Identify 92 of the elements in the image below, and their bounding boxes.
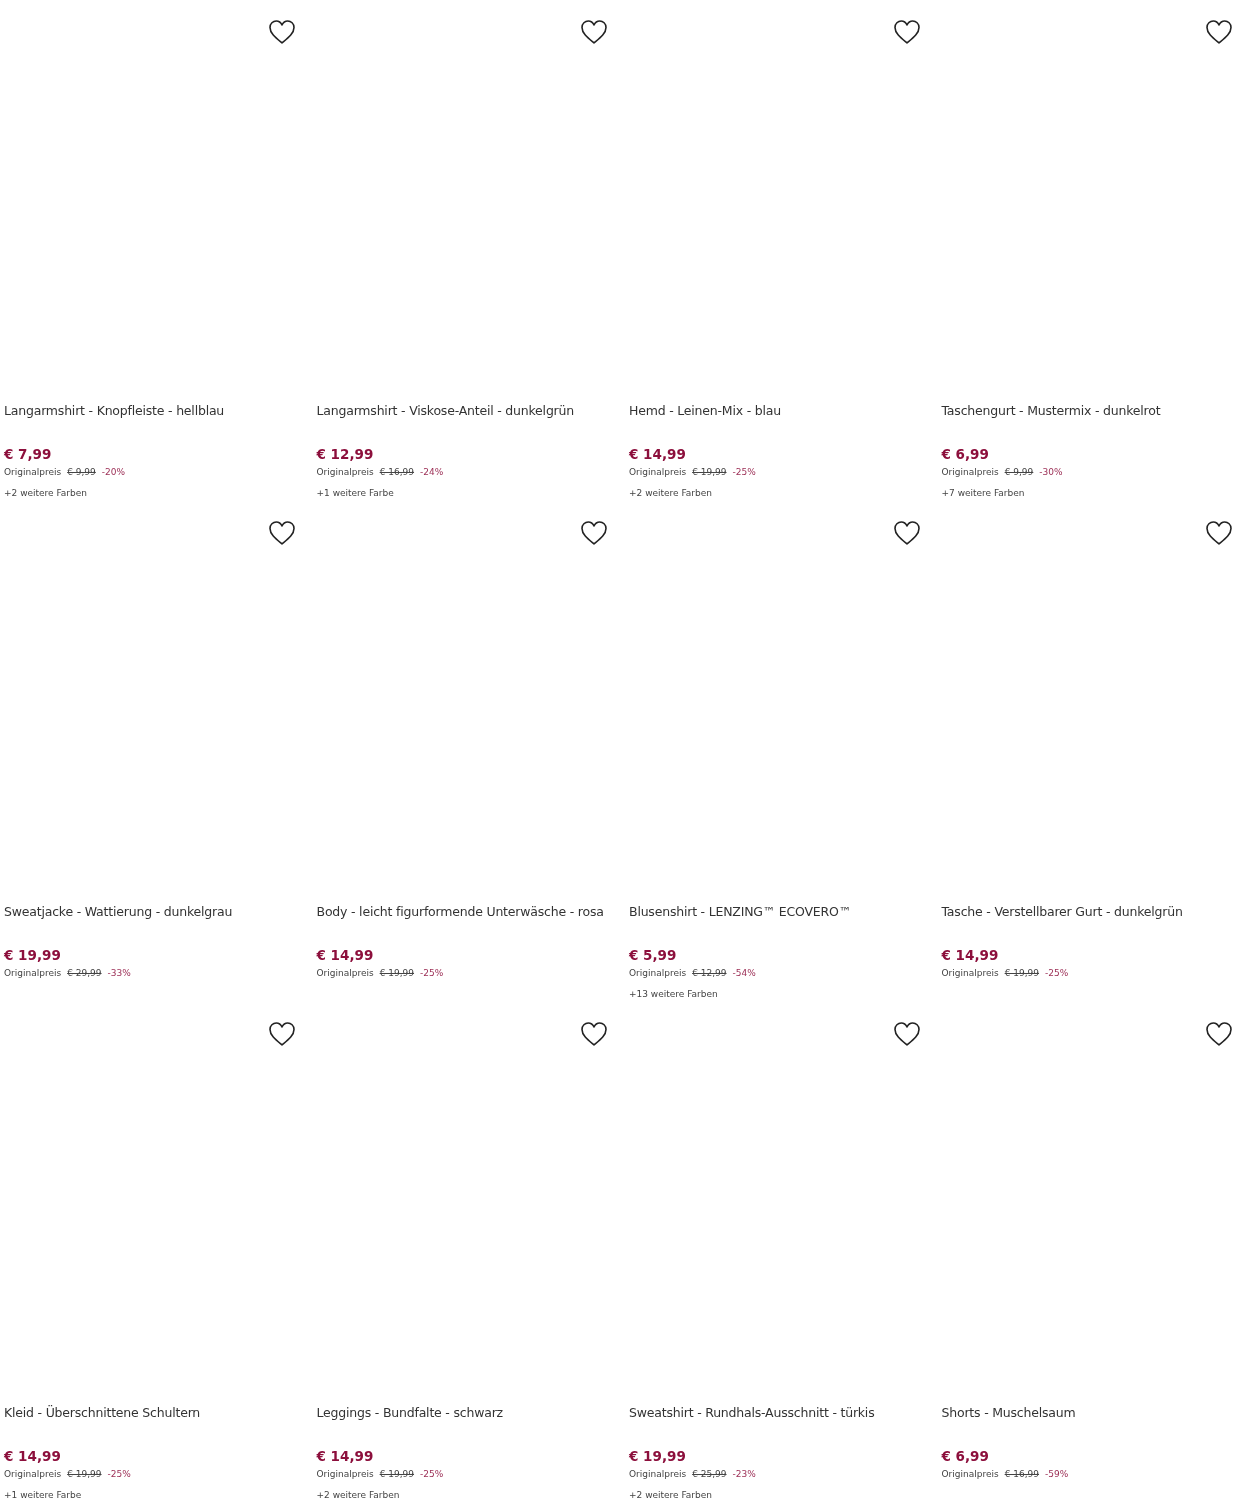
discount-text: -25% xyxy=(732,466,756,479)
heart-icon xyxy=(1205,1021,1233,1047)
original-price-label: Originalpreis xyxy=(316,1468,374,1481)
discount-text: -20% xyxy=(101,466,126,479)
discount-text: -25% xyxy=(1045,967,1069,980)
wishlist-button[interactable] xyxy=(266,518,297,548)
original-price: € 19,99 xyxy=(692,466,727,479)
original-price: € 19,99 xyxy=(379,1468,415,1481)
heart-icon xyxy=(267,19,296,45)
discount-text: -54% xyxy=(732,967,756,980)
original-price-label: Originalpreis xyxy=(629,466,687,479)
more-colors-link[interactable]: +1 weitere Farbe xyxy=(316,486,394,500)
heart-icon xyxy=(892,520,921,546)
original-price-label: Originalpreis xyxy=(4,466,62,479)
product-title[interactable]: Body - leicht figurformende Unterwäsche - rosa xyxy=(316,897,604,927)
original-price: € 19,99 xyxy=(1004,967,1040,980)
product-title[interactable]: Taschengurt - Mustermix - dunkelrot xyxy=(941,396,1161,426)
sale-price: € 14,99 xyxy=(629,445,686,463)
more-colors-link[interactable]: +7 weitere Farben xyxy=(941,486,1025,500)
original-price: € 16,99 xyxy=(1004,1468,1040,1481)
wishlist-button[interactable] xyxy=(579,17,609,47)
wishlist-button[interactable] xyxy=(1204,1019,1234,1049)
product-title[interactable]: Sweatjacke - Wattierung - dunkelgrau xyxy=(4,897,233,927)
product-title[interactable]: Tasche - Verstellbarer Gurt - dunkelgrün xyxy=(941,897,1183,927)
original-price-label: Originalpreis xyxy=(941,967,999,980)
wishlist-button[interactable] xyxy=(891,518,922,548)
heart-icon xyxy=(580,1021,608,1047)
original-price: € 9,99 xyxy=(1004,466,1034,479)
discount-text: -25% xyxy=(107,1468,131,1481)
discount-text: -59% xyxy=(1045,1468,1069,1481)
original-price-label: Originalpreis xyxy=(629,967,687,980)
original-price-label: Originalpreis xyxy=(629,1468,687,1481)
heart-icon xyxy=(1205,19,1233,45)
wishlist-button[interactable] xyxy=(1204,518,1234,548)
original-price-label: Originalpreis xyxy=(4,967,62,980)
heart-icon xyxy=(892,1021,921,1047)
heart-icon xyxy=(267,1021,296,1047)
original-price: € 19,99 xyxy=(379,967,415,980)
original-price-label: Originalpreis xyxy=(4,1468,62,1481)
sale-price: € 14,99 xyxy=(941,946,999,964)
more-colors-link[interactable]: +2 weitere Farben xyxy=(4,486,87,500)
original-price: € 19,99 xyxy=(67,1468,102,1481)
more-colors-link[interactable]: +1 weitere Farbe xyxy=(4,1488,82,1502)
more-colors-link[interactable]: +2 weitere Farben xyxy=(316,1488,400,1502)
product-title[interactable]: Sweatshirt - Rundhals-Ausschnitt - türkis xyxy=(629,1398,875,1428)
discount-text: -33% xyxy=(107,967,131,980)
wishlist-button[interactable] xyxy=(1204,17,1234,47)
discount-text: -24% xyxy=(420,466,444,479)
heart-icon xyxy=(580,520,608,546)
product-title[interactable]: Shorts - Muschelsaum xyxy=(941,1398,1076,1428)
sale-price: € 12,99 xyxy=(316,445,374,463)
sale-price: € 14,99 xyxy=(4,1447,61,1465)
more-colors-link[interactable]: +13 weitere Farben xyxy=(629,987,718,1001)
heart-icon xyxy=(892,19,921,45)
original-price-label: Originalpreis xyxy=(316,967,374,980)
discount-text: -23% xyxy=(732,1468,756,1481)
product-title[interactable]: Blusenshirt - LENZING™ ECOVERO™ xyxy=(629,897,851,927)
sale-price: € 14,99 xyxy=(316,946,374,964)
original-price: € 12,99 xyxy=(692,967,727,980)
wishlist-button[interactable] xyxy=(579,1019,609,1049)
wishlist-button[interactable] xyxy=(891,1019,922,1049)
wishlist-button[interactable] xyxy=(891,17,922,47)
original-price: € 29,99 xyxy=(67,967,102,980)
original-price: € 9,99 xyxy=(67,466,96,479)
original-price-label: Originalpreis xyxy=(316,466,374,479)
product-title[interactable]: Langarmshirt - Viskose-Anteil - dunkelgrün xyxy=(316,396,574,426)
heart-icon xyxy=(267,520,296,546)
original-price: € 16,99 xyxy=(379,466,415,479)
product-title[interactable]: Kleid - Überschnittene Schultern xyxy=(4,1398,201,1428)
heart-icon xyxy=(1205,520,1233,546)
sale-price: € 7,99 xyxy=(4,445,52,463)
more-colors-link[interactable]: +2 weitere Farben xyxy=(629,486,712,500)
product-title[interactable]: Langarmshirt - Knopfleiste - hellblau xyxy=(4,396,225,426)
wishlist-button[interactable] xyxy=(266,1019,297,1049)
sale-price: € 14,99 xyxy=(316,1447,374,1465)
product-title[interactable]: Leggings - Bundfalte - schwarz xyxy=(316,1398,503,1428)
discount-text: -30% xyxy=(1039,466,1063,479)
sale-price: € 19,99 xyxy=(4,946,61,964)
more-colors-link[interactable]: +2 weitere Farben xyxy=(629,1488,712,1502)
wishlist-button[interactable] xyxy=(266,17,297,47)
product-title[interactable]: Hemd - Leinen-Mix - blau xyxy=(629,396,781,426)
wishlist-button[interactable] xyxy=(579,518,609,548)
sale-price: € 6,99 xyxy=(941,1447,989,1465)
sale-price: € 19,99 xyxy=(629,1447,686,1465)
original-price-label: Originalpreis xyxy=(941,1468,999,1481)
discount-text: -25% xyxy=(420,1468,444,1481)
original-price-label: Originalpreis xyxy=(941,466,999,479)
sale-price: € 5,99 xyxy=(629,946,677,964)
sale-price: € 6,99 xyxy=(941,445,989,463)
original-price: € 25,99 xyxy=(692,1468,727,1481)
discount-text: -25% xyxy=(420,967,444,980)
heart-icon xyxy=(580,19,608,45)
